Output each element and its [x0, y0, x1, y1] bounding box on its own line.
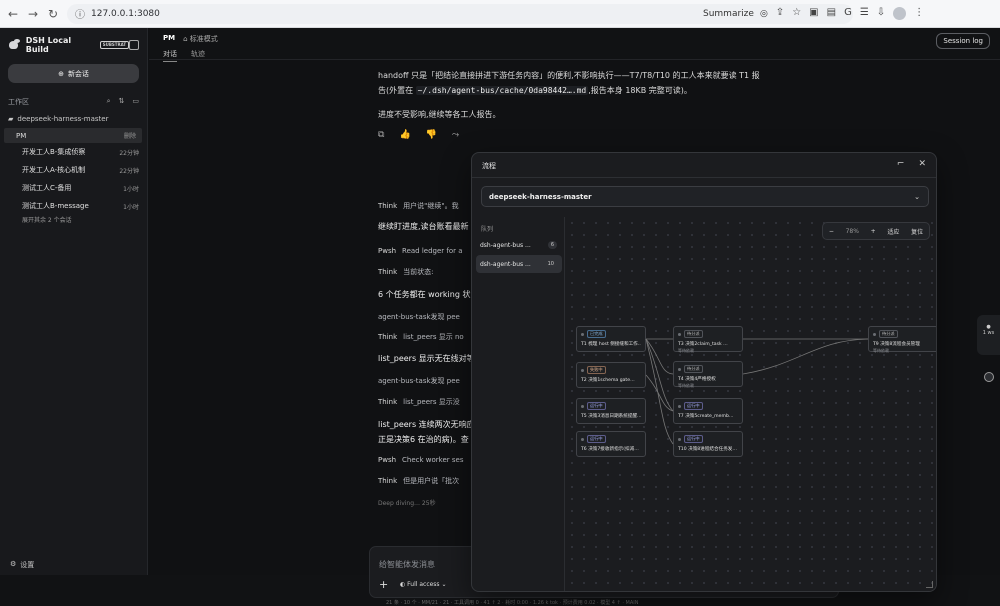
pwsh-row[interactable]: Pwsh Check worker ses	[378, 456, 464, 464]
show-more-sessions[interactable]: 展开其余 2 个会话	[8, 215, 139, 224]
sidebar-worker-item[interactable]: 开发工人B-集成侦察 22分钟	[8, 143, 139, 161]
summarize-icon: ◎	[759, 8, 768, 19]
think-row[interactable]: Think 但是用户说「批次	[378, 476, 459, 486]
browser-tools: ⇪ ☆ ▣ ▤ G ☰ ⇩ ⋮	[776, 7, 924, 20]
share-icon[interactable]: ⇪	[776, 7, 784, 20]
site-info-icon[interactable]: ⓘ	[75, 6, 85, 21]
sidebar-worker-item[interactable]: 开发工人A-核心机制 22分钟	[8, 161, 139, 179]
plus-circle-icon: ⊕	[58, 69, 64, 78]
copy-icon[interactable]: ⧉	[378, 130, 384, 140]
panel-tools: ⌐ ✕	[897, 159, 926, 169]
delete-button[interactable]: 删除	[124, 131, 136, 140]
think-row[interactable]: Think 当前状态:	[378, 267, 434, 277]
queue-item[interactable]: dsh-agent-bus ... 10	[476, 255, 562, 273]
folder-icon: ▰	[8, 115, 14, 123]
settings-float-icon[interactable]	[984, 372, 994, 382]
assistant-heading: list_peers 连续两次无响应	[378, 420, 475, 429]
think-row[interactable]: Think list_peers 显示 no	[378, 332, 464, 342]
search-icon[interactable]: ⌕	[107, 97, 111, 106]
download-icon[interactable]: ⇩	[877, 7, 885, 20]
divider	[472, 177, 936, 178]
queue-item[interactable]: dsh-agent-bus ... 6	[476, 236, 562, 254]
page-title: PM	[163, 34, 176, 42]
queue-label: 队列	[481, 226, 494, 233]
status-footer: 21 条 · 10 个 · MM/21 · 21 · 工具调用 0 · 41 ↑…	[386, 600, 639, 606]
gear-icon: ⚙	[10, 560, 17, 568]
message-actions: ⧉ 👍 👎 ⤳	[378, 130, 459, 140]
task-row[interactable]: agent-bus-task发现 pee	[378, 376, 460, 386]
workspace-float-button[interactable]: ● 1 ws	[977, 315, 1000, 355]
assistant-heading: 6 个任务都在 working 状	[378, 290, 471, 299]
sidebar-worker-item[interactable]: 测试工人C-备用 1小时	[8, 179, 139, 197]
extension-icon[interactable]: ▣	[809, 7, 818, 20]
shield-icon: ◐	[400, 581, 406, 588]
chevron-down-icon: ⌄	[441, 581, 447, 588]
assistant-heading: 正是决策6 在治的病)。查	[378, 435, 469, 444]
think-row[interactable]: Think list_peers 显示没	[378, 397, 460, 407]
app-window: DSH Local Build SUBSTRAT ⊕ 新会话 工作区 ⌕ ⇅ ▭ ▰ dee…	[0, 28, 1000, 606]
filter-icon[interactable]: ⇅	[119, 97, 125, 106]
browser-nav: ← → ↻	[7, 7, 59, 21]
sidebar-worker-item[interactable]: 测试工人B-message 1小时	[8, 197, 139, 215]
profile-avatar[interactable]	[893, 7, 907, 20]
brand: DSH Local Build SUBSTRAT	[8, 36, 139, 54]
assistant-heading: list_peers 显示无在线对等	[378, 354, 475, 363]
mode-icon: ⌂	[183, 35, 188, 43]
view-tabs: 对话 轨迹	[163, 49, 205, 62]
message-placeholder: 给智能体发消息	[379, 560, 435, 569]
summarize-button[interactable]: Summarize ◎	[703, 9, 768, 19]
session-log-button[interactable]: Session log	[936, 33, 990, 49]
resize-handle[interactable]	[926, 581, 933, 588]
message-line: handoff 只是「把结论直接拼进下游任务内容」的便利,不影响执行——T7/T…	[378, 71, 760, 80]
panel-title: 流程	[482, 162, 496, 170]
collapse-sidebar-icon[interactable]	[129, 40, 139, 50]
sidebar: DSH Local Build SUBSTRAT ⊕ 新会话 工作区 ⌕ ⇅ ▭ ▰ dee…	[0, 28, 148, 575]
repo-select[interactable]: deepseek-harness-master ⌄	[481, 186, 929, 207]
forward-icon[interactable]: →	[27, 7, 39, 21]
google-icon[interactable]: G	[844, 7, 852, 20]
access-dropdown[interactable]: ◐ Full access ⌄	[400, 581, 447, 588]
thumb-up-icon[interactable]: 👍	[399, 130, 410, 140]
url-text: 127.0.0.1:3080	[91, 8, 160, 19]
queue-list: 队列 dsh-agent-bus ... 6 dsh-agent-bus ... 1…	[472, 217, 565, 591]
thumb-down-icon[interactable]: 👎	[426, 130, 437, 140]
tab-chat[interactable]: 对话	[163, 49, 177, 62]
more-icon[interactable]: ⋮	[914, 7, 924, 20]
project-item[interactable]: ▰ deepseek-harness-master	[8, 115, 139, 123]
assistant-heading: 继续盯进度,读台账看最新	[378, 222, 469, 231]
attach-plus-icon[interactable]: +	[379, 578, 388, 591]
new-chat-button[interactable]: ⊕ 新会话	[8, 64, 139, 83]
settings-button[interactable]: ⚙ 设置	[10, 560, 34, 570]
think-label: Think	[378, 202, 398, 210]
fork-icon[interactable]: ⤳	[452, 130, 459, 140]
sidepanel-icon[interactable]: ▤	[827, 7, 836, 20]
back-icon[interactable]: ←	[7, 7, 19, 21]
new-folder-icon[interactable]: ▭	[132, 97, 139, 106]
mode-badge[interactable]: ⌂ 标准模式	[183, 34, 218, 44]
message-line: 告(外置在 ~/.dsh/agent-bus/cache/0da98442….m…	[378, 86, 692, 95]
status-text: Deep diving… 25秒	[378, 500, 436, 507]
task-row[interactable]: agent-bus-task发现 pee	[378, 312, 460, 322]
chat-header: PM ⌂ 标准模式 对话 轨迹 Session log	[149, 28, 1000, 62]
chevron-down-icon: ⌄	[914, 192, 920, 201]
workflow-edges	[645, 338, 869, 445]
menu-icon[interactable]: ☰	[860, 7, 869, 20]
browser-toolbar: ← → ↻ ⓘ 127.0.0.1:3080 Summarize ◎ ⇪ ☆ ▣ ▤ G ☰…	[0, 0, 1000, 28]
build-badge: SUBSTRAT	[99, 41, 130, 49]
workflow-panel: 流程 ⌐ ✕ deepseek-harness-master ⌄ 队列 dsh-ag…	[471, 152, 937, 592]
pwsh-row[interactable]: Pwsh Read ledger for a	[378, 247, 463, 255]
sidebar-item-pm[interactable]: PM 删除	[4, 128, 142, 143]
tab-trace[interactable]: 轨迹	[191, 49, 205, 62]
think-row[interactable]: Think 用户说"继续"。我	[378, 201, 459, 211]
workspace-header: 工作区 ⌕ ⇅ ▭	[8, 97, 139, 106]
reload-icon[interactable]: ↻	[47, 7, 59, 21]
title-row: PM ⌂ 标准模式	[163, 34, 218, 44]
close-icon[interactable]: ✕	[918, 159, 926, 169]
whale-logo-icon	[8, 39, 22, 51]
message-line: 进度不受影响,继续等各工人报告。	[378, 110, 501, 119]
pin-icon[interactable]: ⌐	[897, 159, 905, 169]
star-icon[interactable]: ☆	[792, 7, 801, 20]
